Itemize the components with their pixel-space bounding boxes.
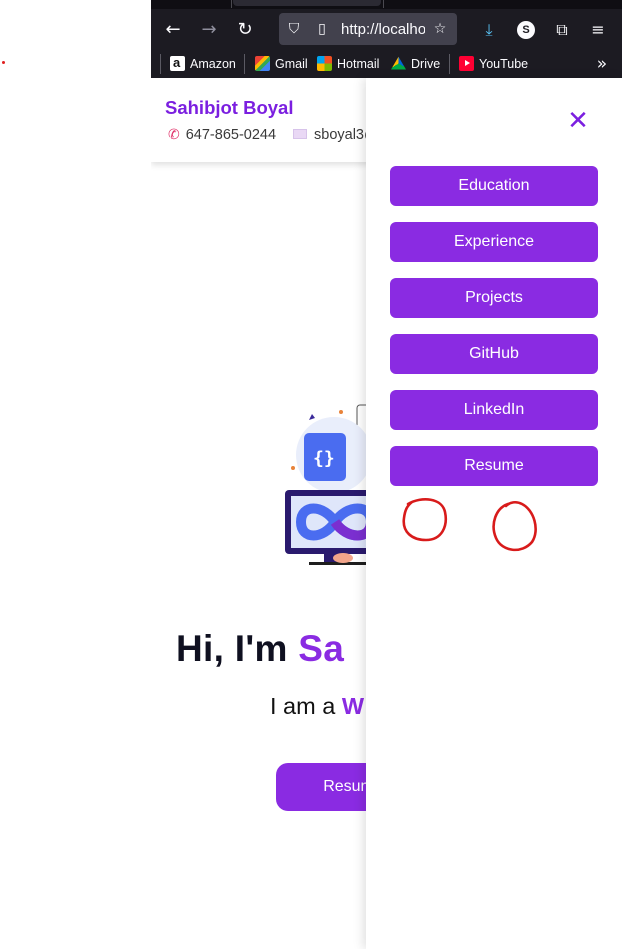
hero-subtitle: I am a W — [270, 693, 364, 720]
chevron-double-right-icon[interactable]: » — [592, 54, 612, 74]
code-braces-icon: {} — [313, 448, 335, 469]
phone-number: 647-865-0244 — [185, 127, 277, 143]
bookmark-hotmail[interactable]: Hotmail — [317, 54, 379, 74]
reload-icon[interactable]: ↻ — [234, 19, 256, 41]
navigation-toolbar: ← → ↻ ⛉ ▯ http://localhost ☆ ⤓ S ⧉ ≡ — [151, 9, 622, 49]
phone-contact[interactable]: ✆ 647-865-0244 — [168, 127, 276, 143]
bookmark-label: YouTube — [479, 57, 529, 71]
decor-triangle — [309, 414, 315, 420]
page-icon: ▯ — [318, 21, 326, 37]
browser-chrome: ← → ↻ ⛉ ▯ http://localhost ☆ ⤓ S ⧉ ≡ Ama… — [151, 0, 622, 78]
stray-red-dot — [2, 61, 5, 64]
bookmark-drive[interactable]: Drive — [391, 54, 440, 74]
bookmark-gmail[interactable]: Gmail — [255, 54, 308, 74]
close-icon[interactable]: ✕ — [566, 108, 590, 134]
amazon-icon — [170, 53, 185, 73]
forward-arrow-icon[interactable]: → — [198, 19, 220, 41]
bookmark-separator — [449, 54, 450, 74]
menu-linkedin-button[interactable]: LinkedIn — [390, 390, 598, 430]
bookmark-label: Drive — [411, 57, 441, 71]
active-tab[interactable] — [233, 0, 381, 6]
site-name[interactable]: Sahibjot Boyal — [165, 97, 294, 119]
red-annotation-circles — [402, 498, 537, 552]
menu-projects-button[interactable]: Projects — [390, 278, 598, 318]
tab-strip — [151, 0, 622, 9]
bookmark-label: Gmail — [275, 57, 308, 71]
phone-icon: ✆ — [168, 127, 180, 143]
subtitle-role: W — [341, 693, 365, 719]
annotation-circle-right — [492, 500, 537, 552]
menu-github-button[interactable]: GitHub — [390, 334, 598, 374]
account-icon[interactable]: S — [517, 21, 535, 39]
gmail-icon — [255, 56, 270, 71]
greeting-name: Sa — [298, 628, 345, 669]
decor-dot — [339, 410, 343, 414]
address-bar[interactable]: ⛉ ▯ http://localhost ☆ — [279, 13, 457, 45]
tab-separator — [231, 0, 232, 8]
subtitle-prefix: I am a — [270, 693, 342, 719]
bookmarks-bar: Amazon Gmail Hotmail Drive YouTube » — [151, 49, 622, 78]
menu-education-button[interactable]: Education — [390, 166, 598, 206]
drive-icon — [391, 56, 406, 70]
star-icon[interactable]: ☆ — [431, 20, 449, 38]
hand-shape — [333, 553, 353, 563]
menu-experience-button[interactable]: Experience — [390, 222, 598, 262]
download-icon[interactable]: ⤓ — [478, 19, 500, 41]
bookmark-separator — [244, 54, 245, 74]
mail-icon — [293, 129, 307, 139]
bookmark-label: Amazon — [190, 57, 236, 71]
decor-dot — [291, 466, 295, 470]
microsoft-icon — [317, 56, 332, 71]
url-text[interactable]: http://localhost — [341, 21, 425, 39]
hamburger-menu-icon[interactable]: ≡ — [587, 19, 609, 41]
youtube-icon — [459, 56, 474, 71]
tab-separator — [383, 0, 384, 8]
bookmark-label: Hotmail — [337, 57, 380, 71]
bookmark-separator — [160, 54, 161, 74]
screenshot-stage: ← → ↻ ⛉ ▯ http://localhost ☆ ⤓ S ⧉ ≡ Ama… — [0, 0, 622, 949]
hero-title: Hi, I'm Sa — [176, 628, 344, 670]
menu-resume-button[interactable]: Resume — [390, 446, 598, 486]
extensions-icon[interactable]: ⧉ — [551, 19, 573, 41]
annotation-circle-left — [402, 498, 448, 542]
greeting-prefix: Hi, I'm — [176, 628, 299, 669]
back-arrow-icon[interactable]: ← — [162, 19, 184, 41]
shield-icon[interactable]: ⛉ — [285, 20, 303, 38]
bookmark-amazon[interactable]: Amazon — [170, 53, 236, 74]
bookmark-youtube[interactable]: YouTube — [459, 54, 528, 74]
